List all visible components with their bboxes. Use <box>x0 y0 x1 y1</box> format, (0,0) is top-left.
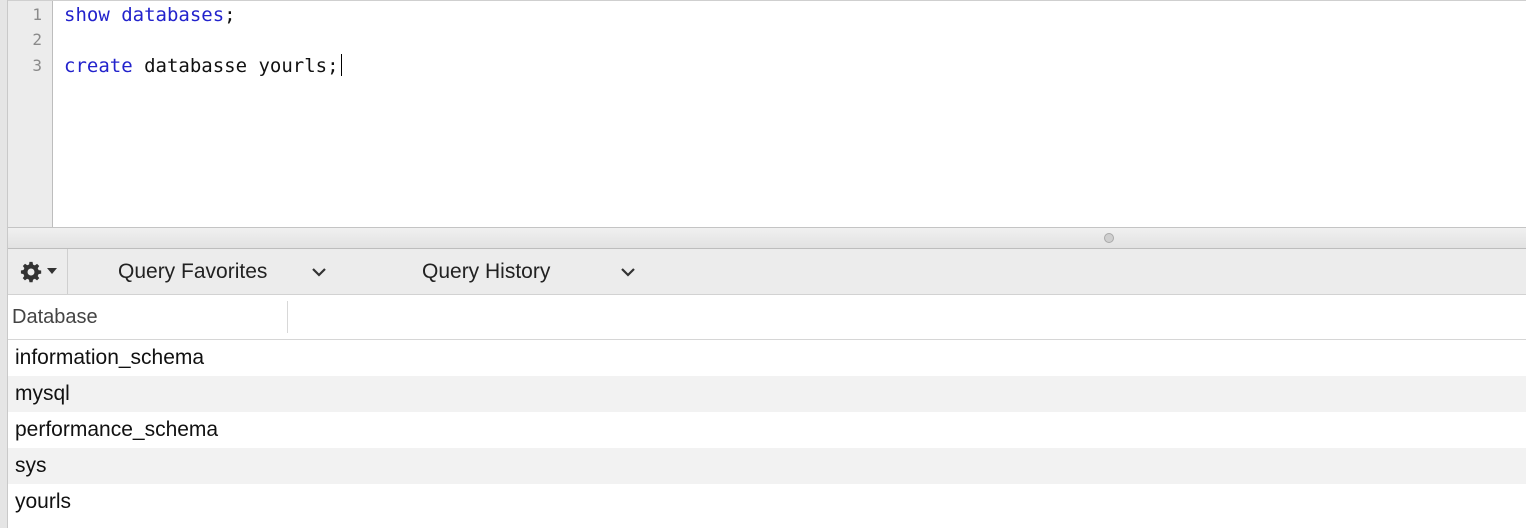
history-chevron-down-icon[interactable] <box>620 266 636 278</box>
gear-icon <box>20 261 42 283</box>
table-row[interactable]: mysql <box>8 376 1526 412</box>
table-row[interactable]: sys <box>8 448 1526 484</box>
text-cursor <box>340 54 342 76</box>
code-line-3[interactable]: create databasse yourls; <box>64 54 342 78</box>
table-row[interactable]: yourls <box>8 484 1526 520</box>
query-favorites-button[interactable]: Query Favorites <box>118 249 267 294</box>
line-number: 3 <box>32 56 42 75</box>
table-row[interactable]: performance_schema <box>8 412 1526 448</box>
table-cell: performance_schema <box>15 418 219 441</box>
column-divider[interactable] <box>287 301 288 333</box>
gear-menu-button[interactable] <box>8 249 68 294</box>
table-header: Database <box>8 295 1526 340</box>
line-number: 1 <box>32 5 42 24</box>
table-cell: sys <box>15 454 47 477</box>
query-editor[interactable]: 1 2 3 show databases; create databasse y… <box>8 0 1526 227</box>
results-table: Database information_schema mysql perfor… <box>8 295 1526 528</box>
pane-splitter[interactable] <box>8 227 1526 249</box>
line-number-gutter: 1 2 3 <box>8 1 53 227</box>
table-cell: information_schema <box>15 346 205 369</box>
keyword-create: create <box>64 55 133 77</box>
code-text: ; <box>224 4 236 26</box>
caret-down-icon <box>47 268 57 274</box>
code-line-1[interactable]: show databases; <box>64 3 236 27</box>
table-row[interactable]: information_schema <box>8 340 1526 376</box>
line-number: 2 <box>32 30 42 49</box>
favorites-chevron-down-icon[interactable] <box>311 266 327 278</box>
keyword-databases: databases <box>121 4 225 26</box>
column-header-database[interactable]: Database <box>12 295 98 339</box>
table-cell: yourls <box>15 490 72 513</box>
table-cell: mysql <box>15 382 70 405</box>
splitter-handle[interactable] <box>1104 233 1114 243</box>
query-history-button[interactable]: Query History <box>422 249 550 294</box>
query-toolbar: Query Favorites Query History <box>8 249 1526 295</box>
keyword-show: show <box>64 4 110 26</box>
left-edge-strip <box>0 0 8 528</box>
code-text: databasse yourls; <box>132 55 339 77</box>
